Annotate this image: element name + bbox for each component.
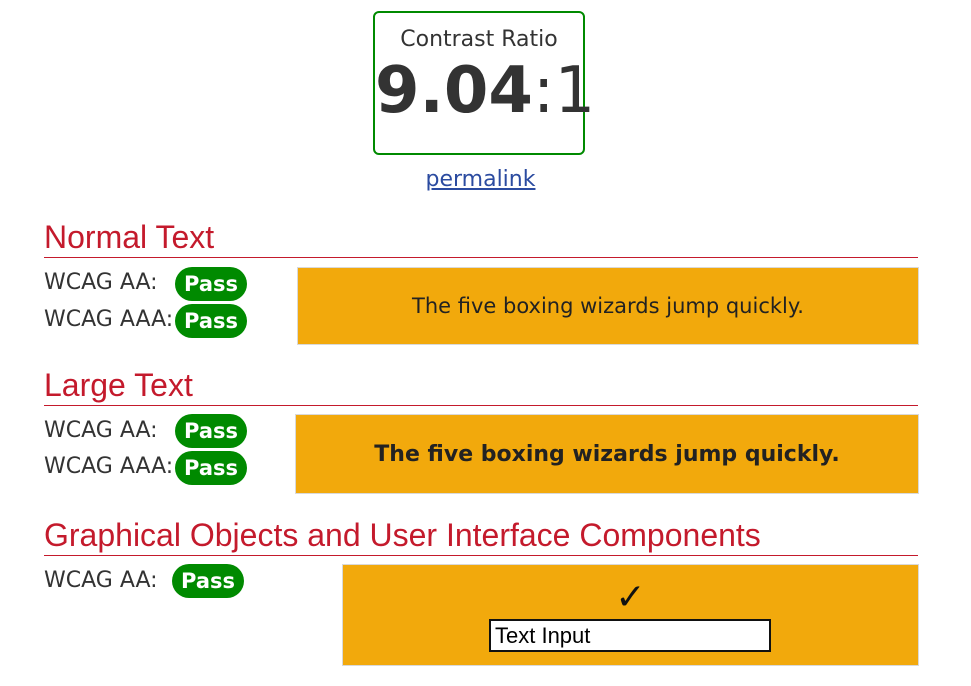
normal-aaa-pass-badge: Pass	[175, 304, 247, 338]
contrast-checker-page: Contrast Ratio 9.04:1 permalink Normal T…	[0, 0, 971, 686]
normal-text-sample: The five boxing wizards jump quickly.	[297, 267, 919, 345]
large-text-heading: Large Text	[44, 367, 918, 406]
large-aa-pass-badge: Pass	[175, 414, 247, 448]
normal-aaa-label: WCAG AAA:	[44, 307, 174, 332]
large-aaa-label: WCAG AAA:	[44, 454, 174, 479]
ui-components-sample: ✓	[342, 564, 919, 666]
contrast-ratio-label: Contrast Ratio	[400, 27, 558, 52]
contrast-ratio-number: 9.04	[375, 54, 533, 128]
normal-aa-label: WCAG AA:	[44, 270, 158, 295]
graphical-aa-label: WCAG AA:	[44, 568, 158, 593]
checkmark-icon: ✓	[615, 577, 646, 618]
contrast-ratio-box: Contrast Ratio 9.04:1	[373, 11, 595, 155]
large-aa-label: WCAG AA:	[44, 418, 158, 443]
large-aaa-pass-badge: Pass	[175, 451, 247, 485]
normal-aa-pass-badge: Pass	[175, 267, 247, 301]
graphical-aa-pass-badge: Pass	[172, 564, 244, 598]
large-text-sample: The five boxing wizards jump quickly.	[295, 414, 919, 494]
contrast-ratio-separator: :	[532, 54, 555, 128]
normal-text-heading: Normal Text	[44, 219, 918, 258]
contrast-ratio-value: 9.04:1	[375, 54, 595, 128]
contrast-ratio-suffix: 1	[554, 54, 596, 128]
permalink-link[interactable]: permalink	[426, 167, 536, 192]
permalink-container: permalink	[0, 167, 961, 192]
graphical-objects-heading: Graphical Objects and User Interface Com…	[44, 517, 918, 556]
text-input-field[interactable]	[489, 619, 771, 652]
